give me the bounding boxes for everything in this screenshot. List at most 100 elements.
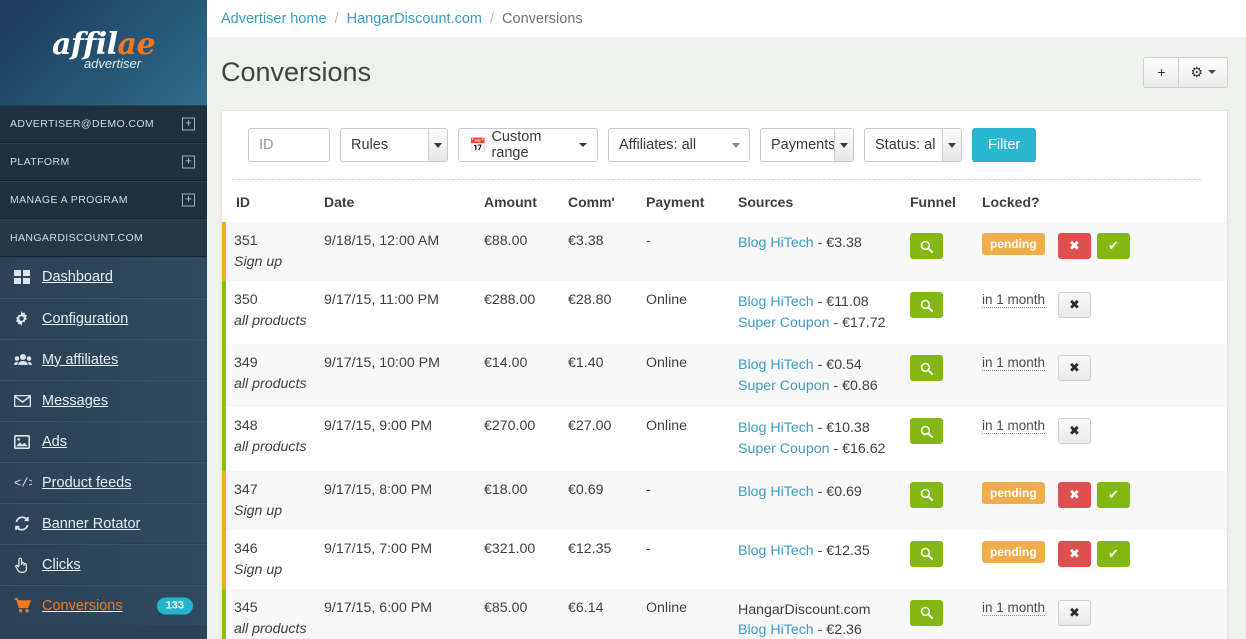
cell-locked: in 1 month	[982, 588, 1058, 639]
cell-id: 351 Sign up	[222, 222, 324, 281]
accept-button[interactable]: ✔	[1097, 233, 1130, 259]
image-icon	[14, 434, 40, 449]
sidebar-item-configuration[interactable]: Configuration	[0, 298, 207, 339]
sidebar-item-product-feeds[interactable]: </> Product feeds	[0, 462, 207, 503]
remove-button[interactable]: ✖	[1058, 355, 1091, 382]
sidebar-section-platform[interactable]: PLATFORM +	[0, 143, 207, 181]
rules-select[interactable]: Rules	[340, 128, 448, 162]
table-row[interactable]: 345 all products 9/17/15, 6:00 PM €85.00 €6.…	[222, 588, 1227, 639]
column-header-sources[interactable]: Sources	[738, 180, 910, 222]
cell-payment: Online	[646, 344, 738, 408]
cell-funnel	[910, 281, 982, 344]
source-link[interactable]: Blog HiTech	[738, 622, 814, 638]
source-link[interactable]: Super Coupon	[738, 315, 830, 331]
table-row[interactable]: 347 Sign up 9/17/15, 8:00 PM €18.00 €0.69- Bl…	[222, 470, 1227, 530]
cell-payment: -	[646, 222, 738, 281]
search-icon[interactable]	[910, 540, 943, 567]
cell-funnel	[910, 407, 982, 470]
sidebar-item-label: Dashboard	[42, 269, 113, 285]
remove-button[interactable]: ✖	[1058, 599, 1091, 626]
cell-locked: in 1 month	[982, 344, 1058, 408]
breadcrumb-program[interactable]: HangarDiscount.com	[347, 11, 482, 27]
search-icon[interactable]	[910, 233, 943, 259]
affilae-logo[interactable]: affilae advertiser	[0, 30, 207, 71]
cell-payment: Online	[646, 292, 688, 308]
sidebar-item-banner-rotator[interactable]: Banner Rotator	[0, 503, 207, 544]
column-header-date[interactable]: Date	[324, 180, 484, 222]
source-link[interactable]: Super Coupon	[738, 378, 830, 394]
filter-button[interactable]: Filter	[972, 128, 1037, 162]
date-range-picker[interactable]: 📅 Custom range	[458, 128, 598, 162]
reject-button[interactable]: ✖	[1058, 233, 1091, 259]
source-link[interactable]: Blog HiTech	[738, 420, 814, 436]
sidebar-section-manage-program[interactable]: MANAGE A PROGRAM +	[0, 181, 207, 219]
add-conversion-button[interactable]: +	[1143, 56, 1180, 88]
gear-icon: ⚙	[1190, 63, 1203, 80]
search-icon[interactable]	[910, 418, 943, 445]
source-link[interactable]: Blog HiTech	[738, 484, 814, 500]
sidebar-item-ads[interactable]: Ads	[0, 421, 207, 462]
cell-date: 9/17/15, 10:00 PM	[324, 344, 484, 408]
status-select[interactable]: Status: al	[864, 128, 962, 162]
table-row[interactable]: 349 all products 9/17/15, 10:00 PM €14.00 €1…	[222, 344, 1227, 408]
source-line: Super Coupon - €0.86	[738, 376, 906, 397]
affiliates-select[interactable]: Affiliates: all	[608, 128, 750, 162]
breadcrumb-advertiser-home[interactable]: Advertiser home	[221, 11, 327, 27]
users-icon	[14, 353, 40, 367]
source-link[interactable]: Super Coupon	[738, 441, 830, 457]
reject-button[interactable]: ✖	[1058, 481, 1091, 508]
search-icon[interactable]	[910, 292, 943, 318]
reject-button[interactable]: ✖	[1058, 540, 1091, 567]
gear-icon	[14, 311, 40, 326]
conversion-id: 351	[234, 233, 258, 249]
source-link[interactable]: Blog HiTech	[738, 543, 814, 559]
column-header-locked[interactable]: Locked?	[982, 180, 1058, 222]
source-link[interactable]: Blog HiTech	[738, 235, 814, 251]
status-select-value: Status: al	[875, 137, 936, 153]
cell-amount: €288.00	[484, 292, 536, 308]
sidebar-section-label: ADVERTISER@DEMO.COM	[10, 118, 155, 130]
sidebar-item-dashboard[interactable]: Dashboard	[0, 257, 207, 298]
remove-button[interactable]: ✖	[1058, 418, 1091, 445]
accept-button[interactable]: ✔	[1097, 540, 1130, 567]
accept-button[interactable]: ✔	[1097, 481, 1130, 508]
table-row[interactable]: 351 Sign up 9/18/15, 12:00 AM €88.00 €3.38- B…	[222, 222, 1227, 281]
sidebar-item-label: Clicks	[42, 556, 81, 573]
cell-sources: Blog HiTech - €10.38 Super Coupon - €16.6…	[738, 407, 910, 470]
table-row[interactable]: 350 all products 9/17/15, 11:00 PM €288.00 €…	[222, 281, 1227, 345]
chevron-down-icon	[428, 129, 447, 161]
column-header-id[interactable]: ID	[224, 180, 324, 222]
sidebar-section-advertiser[interactable]: ADVERTISER@DEMO.COM +	[0, 105, 207, 143]
source-link[interactable]: Blog HiTech	[738, 294, 814, 310]
cell-date: 9/17/15, 7:00 PM	[324, 540, 433, 557]
sidebar-item-clicks[interactable]: Clicks	[0, 544, 207, 585]
search-icon[interactable]	[910, 599, 943, 626]
payments-select[interactable]: Payments	[760, 128, 854, 162]
envelope-icon	[14, 394, 40, 407]
calendar-icon: 📅	[469, 136, 487, 153]
plus-icon[interactable]: +	[182, 117, 195, 131]
column-header-funnel[interactable]: Funnel	[910, 180, 982, 222]
plus-icon[interactable]: +	[182, 155, 195, 169]
sidebar-item-conversions[interactable]: Conversions 133	[0, 585, 207, 626]
sidebar-item-my-affiliates[interactable]: My affiliates	[0, 339, 207, 380]
sidebar-section-current-program[interactable]: HANGARDISCOUNT.COM	[0, 219, 207, 257]
id-filter-input[interactable]: ID	[248, 128, 330, 162]
sidebar-item-label: Messages	[42, 392, 109, 409]
page-header: Conversions + ⚙	[207, 38, 1246, 106]
plus-icon[interactable]: +	[182, 193, 195, 207]
table-row[interactable]: 346 Sign up 9/17/15, 7:00 PM €321.00 €12.35 -…	[222, 529, 1227, 589]
search-icon[interactable]	[910, 355, 943, 382]
sidebar-item-messages[interactable]: Messages	[0, 380, 207, 421]
column-header-amount[interactable]: Amount	[484, 180, 568, 222]
settings-dropdown-button[interactable]: ⚙	[1179, 56, 1228, 88]
remove-button[interactable]: ✖	[1058, 292, 1091, 318]
column-header-comm[interactable]: Comm'	[568, 180, 646, 222]
table-row[interactable]: 348 all products 9/17/15, 9:00 PM €270.00 €2…	[222, 407, 1227, 471]
search-icon[interactable]	[910, 481, 943, 508]
page-title: Conversions	[221, 56, 372, 87]
conversion-type: Sign up	[234, 502, 283, 519]
source-value: - €10.38	[813, 420, 870, 437]
source-link[interactable]: Blog HiTech	[738, 357, 814, 373]
column-header-payment[interactable]: Payment	[646, 180, 738, 222]
